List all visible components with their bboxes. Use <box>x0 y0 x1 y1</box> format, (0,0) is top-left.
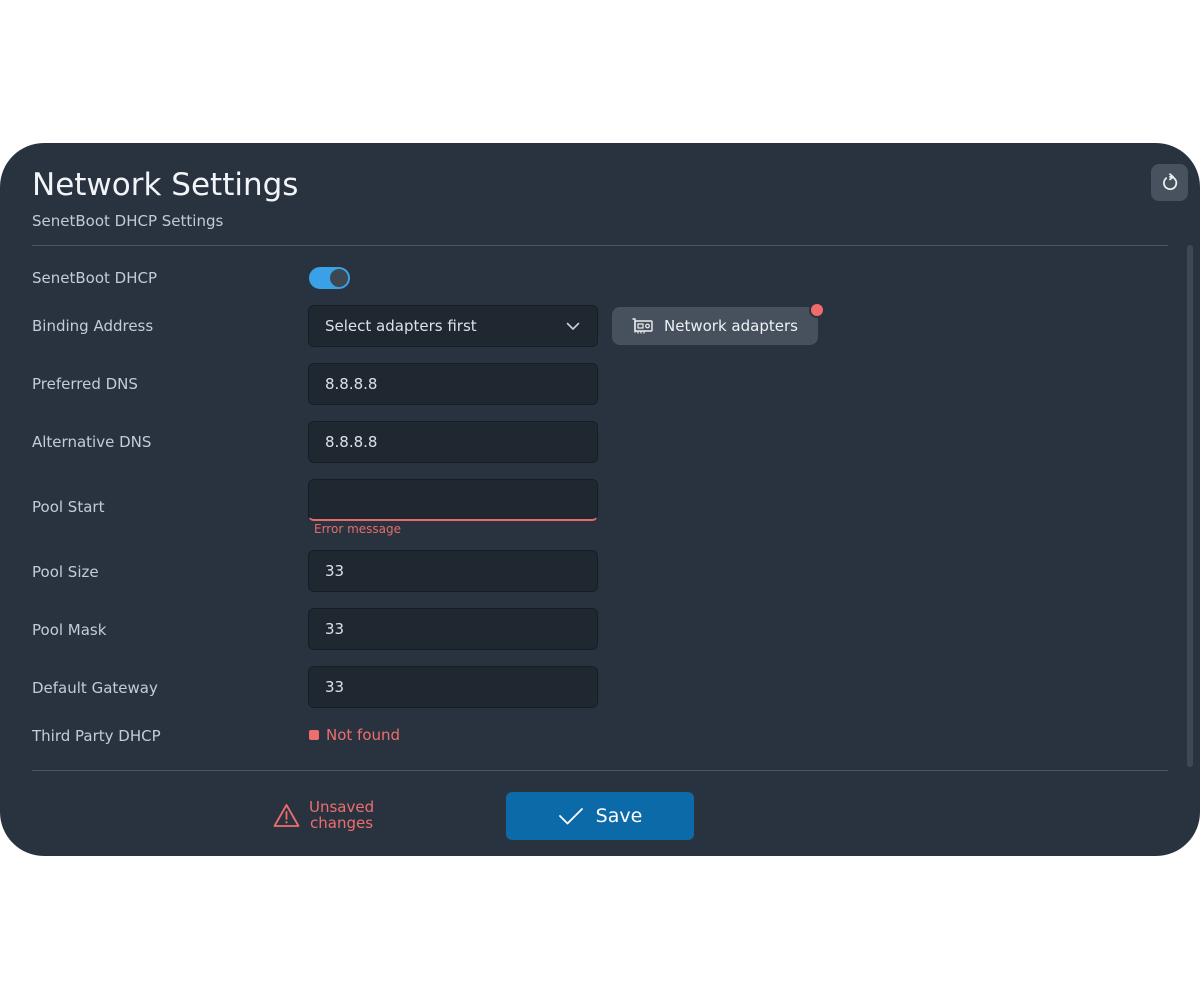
network-settings-panel: Network Settings SenetBoot DHCP Settings… <box>0 143 1200 856</box>
page-title: Network Settings <box>32 167 299 203</box>
alternative-dns-input[interactable]: 8.8.8.8 <box>308 421 598 463</box>
binding-address-select[interactable]: Select adapters first <box>308 305 598 347</box>
pool-size-input[interactable]: 33 <box>308 550 598 592</box>
binding-address-value: Select adapters first <box>325 317 477 335</box>
chevron-down-icon <box>566 322 580 330</box>
network-adapters-button[interactable]: Network adapters <box>612 307 818 345</box>
binding-address-label: Binding Address <box>32 317 154 335</box>
scrollbar[interactable] <box>1187 245 1193 767</box>
alternative-dns-label: Alternative DNS <box>32 433 152 451</box>
pool-size-label: Pool Size <box>32 563 99 581</box>
pool-mask-label: Pool Mask <box>32 621 107 639</box>
network-adapters-label: Network adapters <box>664 317 798 335</box>
unsaved-line-2: changes <box>310 814 374 832</box>
page-subtitle: SenetBoot DHCP Settings <box>32 212 224 230</box>
pool-mask-input[interactable]: 33 <box>308 608 598 650</box>
status-indicator <box>309 730 319 740</box>
check-icon <box>558 808 583 825</box>
footer-divider <box>32 770 1168 771</box>
warning-icon <box>273 803 300 827</box>
preferred-dns-label: Preferred DNS <box>32 375 138 393</box>
status-text: Not found <box>326 726 401 744</box>
reset-icon <box>1162 172 1177 190</box>
default-gateway-input[interactable]: 33 <box>308 666 598 708</box>
pool-start-input[interactable] <box>308 479 598 521</box>
third-party-dhcp-status: Not found <box>309 726 400 744</box>
save-label: Save <box>595 805 643 827</box>
senetboot-dhcp-label: SenetBoot DHCP <box>32 269 158 287</box>
unsaved-line-1: Unsaved <box>309 798 375 816</box>
default-gateway-label: Default Gateway <box>32 679 158 697</box>
pool-start-label: Pool Start <box>32 498 105 516</box>
unsaved-changes-indicator: Unsaved changes <box>273 799 374 831</box>
unsaved-changes-text: Unsaved changes <box>309 799 374 831</box>
network-card-icon <box>632 318 653 334</box>
third-party-dhcp-label: Third Party DHCP <box>32 727 161 745</box>
header-divider <box>32 245 1168 246</box>
notification-dot <box>811 304 823 316</box>
reset-button[interactable] <box>1151 164 1188 201</box>
save-button[interactable]: Save <box>506 792 694 840</box>
senetboot-dhcp-toggle[interactable] <box>309 267 350 289</box>
preferred-dns-input[interactable]: 8.8.8.8 <box>308 363 598 405</box>
toggle-knob <box>330 269 348 287</box>
pool-start-error: Error message <box>314 522 401 536</box>
